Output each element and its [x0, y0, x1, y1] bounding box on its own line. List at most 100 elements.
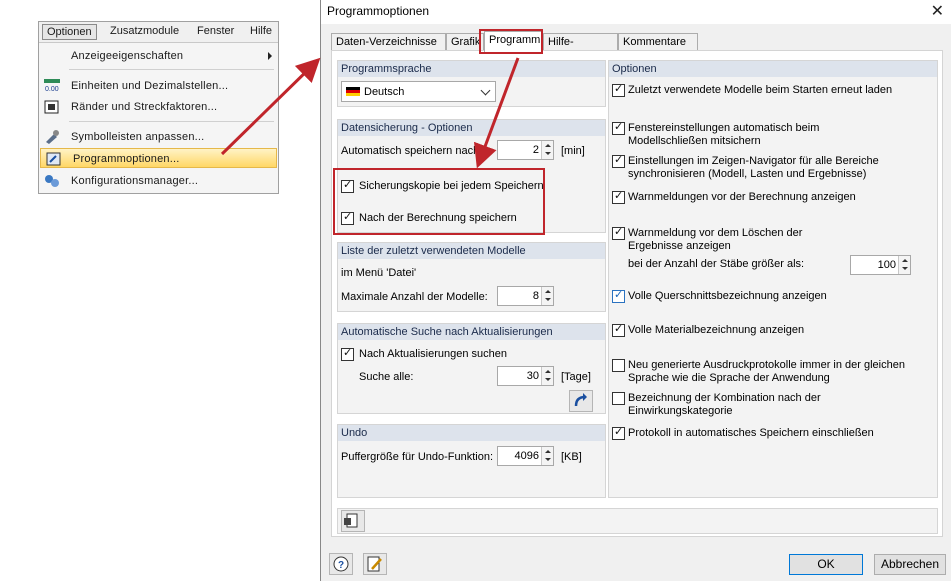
edit-button[interactable]: [363, 553, 387, 575]
options-menu: Optionen Zusatzmodule Fenster Hilfe Anze…: [38, 21, 279, 194]
tab-help-assistant[interactable]: Hilfe-Assistent: [543, 33, 618, 64]
menubar: Optionen Zusatzmodule Fenster Hilfe: [39, 22, 278, 42]
check-now-button[interactable]: [569, 390, 593, 412]
checkbox-highlight-box: [333, 168, 545, 235]
chevron-down-icon: [480, 85, 491, 96]
group-undo: Undo Puffergröße für Undo-Funktion: 4096…: [337, 424, 606, 498]
menu-item-units[interactable]: 0.00 Einheiten und Dezimalstellen...: [39, 76, 278, 96]
spin-arrows-icon[interactable]: [541, 141, 553, 159]
menu-item-configuration-manager[interactable]: Konfigurationsmanager...: [39, 171, 278, 191]
check-icon: ✓: [614, 83, 624, 95]
tab-highlight-box: [479, 29, 543, 54]
option-checkbox-3[interactable]: ✓: [612, 190, 625, 204]
program-options-icon: [46, 152, 62, 166]
autosave-value: 2: [532, 144, 539, 156]
import-settings-icon: [344, 513, 358, 528]
spin-arrows-icon[interactable]: [541, 287, 553, 305]
default-settings-button[interactable]: [341, 510, 365, 532]
menu-optionen[interactable]: Optionen: [42, 24, 97, 40]
check-icon: ✓: [614, 121, 624, 133]
search-interval-value: 30: [526, 370, 539, 382]
close-icon[interactable]: ✕: [931, 1, 944, 21]
menu-item-label: Anzeigeeigenschaften: [71, 50, 184, 62]
autosave-unit: [min]: [561, 145, 585, 157]
margins-icon: [44, 100, 60, 114]
option-label-4: Warnmeldung vor dem Löschen der Ergebnis…: [628, 227, 803, 252]
menu-hilfe[interactable]: Hilfe: [246, 24, 276, 40]
option-checkbox-0[interactable]: ✓: [612, 83, 625, 97]
check-icon: ✓: [614, 289, 624, 301]
undo-buffer-label: Puffergröße für Undo-Funktion:: [341, 451, 494, 463]
group-recent-models: Liste der zuletzt verwendeten Modelle im…: [337, 242, 606, 312]
check-icon: ✓: [614, 154, 624, 166]
language-select[interactable]: Deutsch: [341, 81, 496, 102]
menu-item-label: Einheiten und Dezimalstellen...: [71, 80, 229, 92]
help-button[interactable]: ?: [329, 553, 353, 575]
option-checkbox-6[interactable]: ✓: [612, 323, 625, 337]
option-label-0: Zuletzt verwendete Modelle beim Starten …: [628, 84, 893, 96]
option-checkbox-1[interactable]: ✓: [612, 121, 625, 135]
tab-page-program: Programmsprache Deutsch Datensicherung -…: [331, 50, 943, 537]
ok-button[interactable]: OK: [789, 554, 863, 575]
option-label-7: Neu generierte Ausdruckprotokolle immer …: [628, 359, 905, 384]
recent-max-stepper[interactable]: 8: [497, 286, 554, 306]
group-auto-updates: Automatische Suche nach Aktualisierungen…: [337, 323, 606, 414]
search-interval-stepper[interactable]: 30: [497, 366, 554, 386]
menu-item-program-options[interactable]: Programmoptionen...: [40, 148, 277, 168]
bottom-toolbar-strip: [337, 508, 938, 534]
check-icon: ✓: [614, 190, 624, 202]
configuration-manager-icon: [44, 174, 60, 188]
menu-zusatzmodule[interactable]: Zusatzmodule: [106, 24, 183, 40]
option-checkbox-2[interactable]: ✓: [612, 154, 625, 168]
option-label-9: Protokoll in automatisches Speichern ein…: [628, 427, 874, 439]
option-label-5: Volle Querschnittsbezeichnung anzeigen: [628, 290, 827, 302]
program-options-dialog: Programmoptionen ✕ Daten-Verzeichnisse G…: [320, 0, 951, 581]
spin-arrows-icon[interactable]: [541, 367, 553, 385]
undo-buffer-value: 4096: [514, 450, 539, 462]
help-icon: ?: [333, 556, 349, 572]
option-checkbox-7[interactable]: [612, 359, 625, 372]
group-header: Datensicherung - Optionen: [338, 120, 605, 136]
spin-arrows-icon[interactable]: [541, 447, 553, 465]
menu-item-label: Symbolleisten anpassen...: [71, 131, 205, 143]
autosave-stepper[interactable]: 2: [497, 140, 554, 160]
group-program-language: Programmsprache Deutsch: [337, 60, 606, 107]
option-label-3: Warnmeldungen vor der Berechnung anzeige…: [628, 191, 856, 203]
dialog-titlebar: Programmoptionen ✕: [321, 0, 951, 24]
option-checkbox-8[interactable]: [612, 392, 625, 405]
menu-fenster[interactable]: Fenster: [193, 24, 238, 40]
options-dropdown: Anzeigeeigenschaften 0.00 Einheiten und …: [39, 42, 278, 193]
search-interval-unit: [Tage]: [561, 371, 591, 383]
tab-comments[interactable]: Kommentare: [618, 33, 698, 51]
menu-separator: [69, 69, 274, 70]
edit-icon: [367, 556, 382, 572]
svg-text:0.00: 0.00: [45, 86, 59, 93]
bar-count-value: 100: [877, 259, 896, 271]
check-icon: ✓: [343, 347, 353, 359]
submenu-arrow-icon: [268, 52, 272, 60]
group-header: Programmsprache: [338, 61, 605, 77]
option-checkbox-4[interactable]: ✓: [612, 226, 625, 240]
menu-item-customize-toolbars[interactable]: Symbolleisten anpassen...: [39, 127, 278, 147]
language-value: Deutsch: [364, 86, 405, 98]
recent-max-value: 8: [532, 290, 539, 302]
menu-item-display-properties[interactable]: Anzeigeeigenschaften: [39, 46, 278, 66]
group-header: Optionen: [609, 61, 937, 77]
group-header: Liste der zuletzt verwendeten Modelle: [338, 243, 605, 259]
dialog-title: Programmoptionen: [327, 4, 430, 18]
menu-item-margins[interactable]: Ränder und Streckfaktoren...: [39, 97, 278, 117]
tab-data-directories[interactable]: Daten-Verzeichnisse: [331, 33, 446, 51]
bar-count-label: bei der Anzahl der Stäbe größer als:: [628, 258, 805, 270]
option-checkbox-5[interactable]: ✓: [612, 289, 625, 303]
check-icon: ✓: [614, 426, 624, 438]
option-checkbox-9[interactable]: ✓: [612, 426, 625, 440]
cancel-button[interactable]: Abbrechen: [874, 554, 946, 575]
check-icon: ✓: [614, 323, 624, 335]
search-updates-checkbox[interactable]: ✓: [341, 347, 354, 361]
group-options: Optionen ✓ Zuletzt verwendete Modelle be…: [608, 60, 938, 498]
check-icon: ✓: [614, 226, 624, 238]
spin-arrows-icon[interactable]: [898, 256, 910, 274]
bar-count-stepper[interactable]: 100: [850, 255, 911, 275]
undo-buffer-stepper[interactable]: 4096: [497, 446, 554, 466]
units-icon: 0.00: [44, 79, 60, 93]
